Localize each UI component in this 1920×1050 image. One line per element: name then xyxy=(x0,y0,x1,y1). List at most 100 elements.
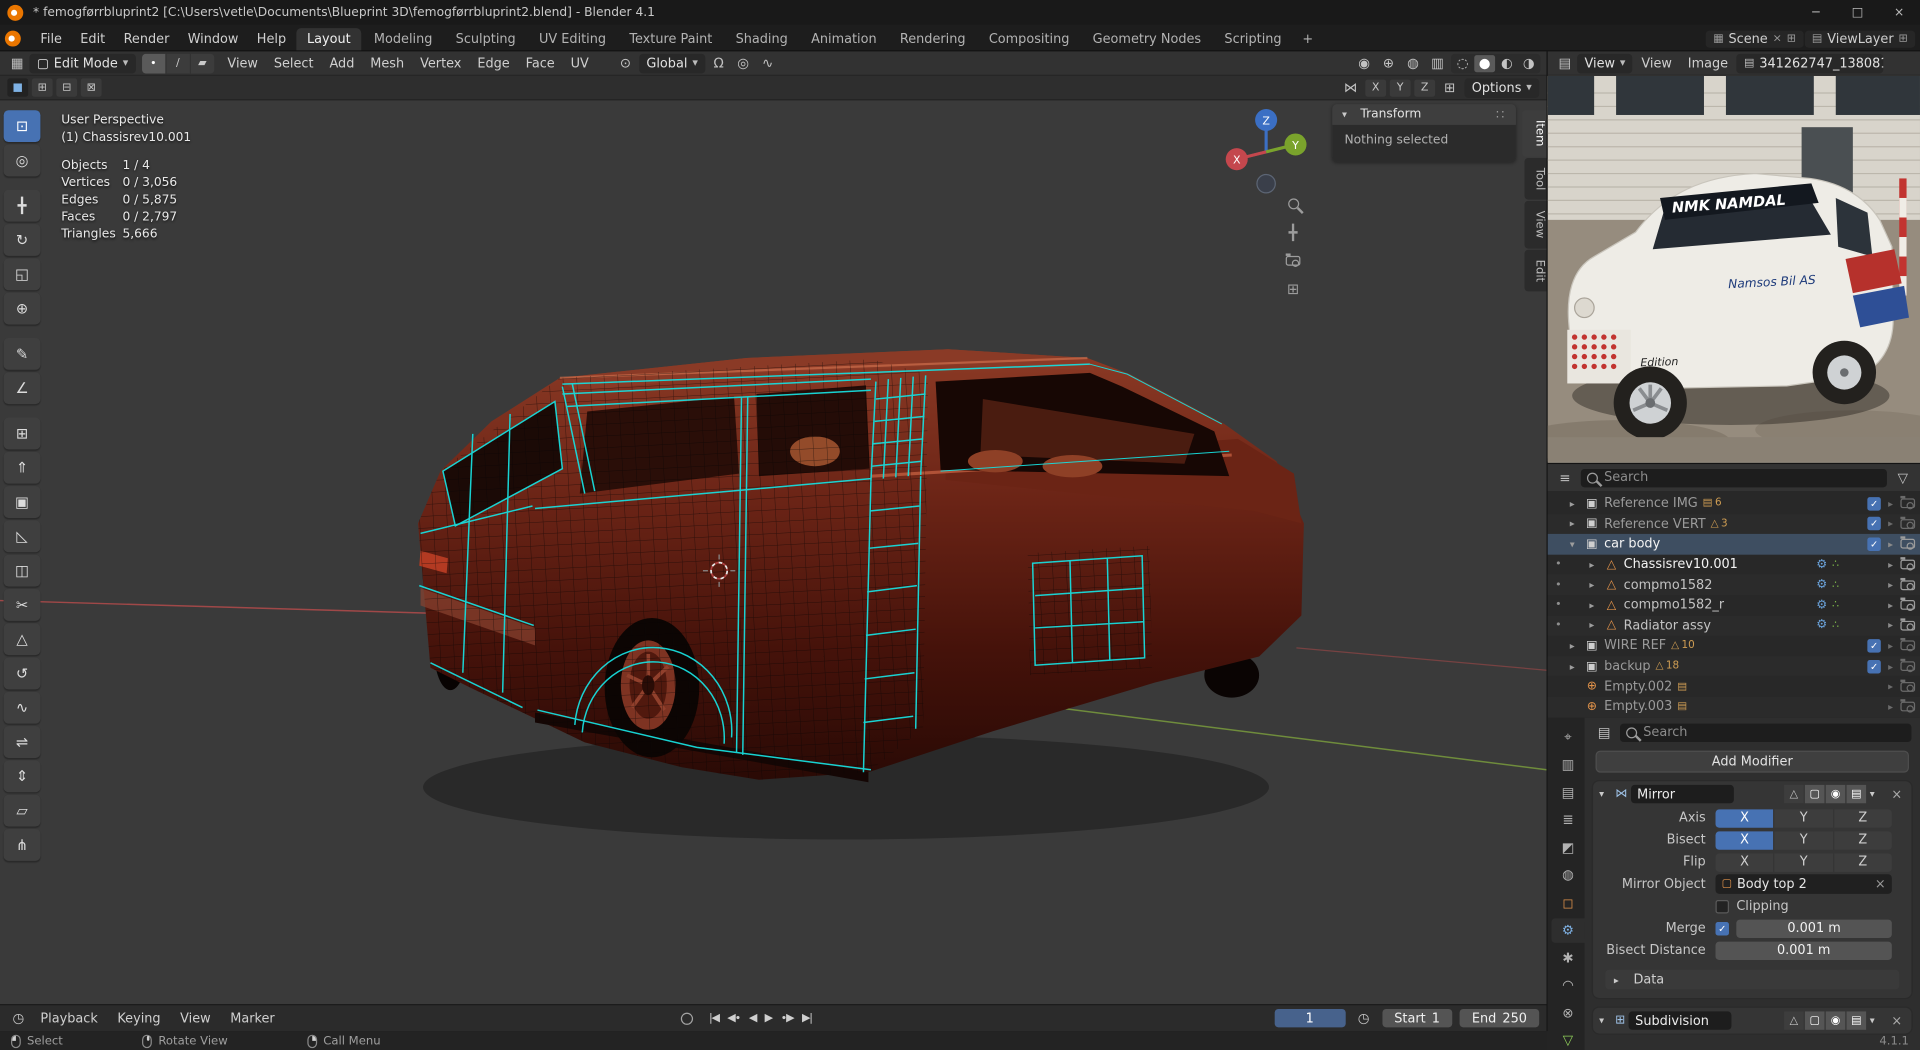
tool-scale[interactable]: ◱ xyxy=(3,258,41,291)
shading-material-icon[interactable]: ◐ xyxy=(1496,54,1517,71)
expand-arrow[interactable]: ▸ xyxy=(1570,640,1583,651)
navigation-gizmo[interactable]: Z X Y xyxy=(1210,103,1323,202)
menu-select[interactable]: Select xyxy=(267,53,321,73)
camera-view-icon[interactable] xyxy=(1285,253,1301,267)
selection-mode-subtract-icon[interactable]: ⊟ xyxy=(56,78,78,97)
render-visibility-icon[interactable] xyxy=(1900,658,1916,672)
shading-rendered-icon[interactable]: ◑ xyxy=(1518,54,1539,71)
workspace-tab-shading[interactable]: Shading xyxy=(725,28,799,50)
properties-tab-constraints[interactable]: ⊗ xyxy=(1551,1000,1584,1024)
editor-type-timeline-icon[interactable]: ◷ xyxy=(7,1008,29,1028)
workspace-tab-animation[interactable]: Animation xyxy=(800,28,888,50)
new-scene-icon[interactable]: ⊞ xyxy=(1787,33,1796,45)
image-menu-view[interactable]: View xyxy=(1634,53,1679,73)
tool-loop-cut[interactable]: ◫ xyxy=(3,554,41,587)
outliner-item-mesh[interactable]: • ▸ △ compmo1582 ⚙ ∴ ▸ xyxy=(1547,574,1920,596)
snap-magnet-icon[interactable]: Ω xyxy=(708,53,730,73)
selectable-icon[interactable]: ▸ xyxy=(1888,498,1893,509)
workspace-tab-sculpting[interactable]: Sculpting xyxy=(445,28,527,50)
item-name[interactable]: car body xyxy=(1604,537,1660,552)
outliner-item-collection[interactable]: ▸ ▣ backup △ 18 ✓ ▸ xyxy=(1547,656,1920,677)
render-visibility-icon[interactable] xyxy=(1900,699,1916,713)
symmetry-x-toggle[interactable]: X xyxy=(1365,78,1387,97)
tool-rip-region[interactable]: ⋔ xyxy=(3,828,41,861)
realtime-toggle[interactable]: ◉ xyxy=(1825,1011,1846,1030)
options-dropdown[interactable]: Options ▾ xyxy=(1464,77,1540,98)
outliner-search-input[interactable]: Search xyxy=(1580,468,1887,487)
modifier-name-field[interactable]: Mirror xyxy=(1631,784,1734,804)
selectable-icon[interactable]: ▸ xyxy=(1888,539,1893,550)
mirror-axis-z[interactable]: Z xyxy=(1833,808,1892,828)
selectable-icon[interactable]: ▸ xyxy=(1888,600,1893,611)
render-visibility-icon[interactable] xyxy=(1900,557,1916,571)
gizmo-axis-z[interactable]: Z xyxy=(1255,108,1278,132)
render-visibility-icon[interactable] xyxy=(1900,597,1916,611)
play-reverse-button[interactable]: ◀ xyxy=(749,1012,757,1024)
item-name[interactable]: Empty.002 xyxy=(1604,679,1672,694)
timeline-menu-keying[interactable]: Keying xyxy=(109,1007,169,1029)
ortho-toggle-icon[interactable]: ⊞ xyxy=(1287,280,1299,297)
render-toggle[interactable]: ▤ xyxy=(1846,784,1867,804)
on-cage-toggle[interactable]: △ xyxy=(1784,784,1804,804)
minimize-button[interactable]: ─ xyxy=(1795,0,1837,24)
menu-edit[interactable]: Edit xyxy=(72,28,114,50)
outliner-item-collection[interactable]: ▸ ▣ Reference VERT △ 3 ✓ ▸ xyxy=(1547,513,1920,535)
properties-tab-modifiers[interactable]: ⚙ xyxy=(1551,917,1585,943)
menu-window[interactable]: Window xyxy=(179,28,247,50)
tool-move[interactable]: ╋ xyxy=(3,189,41,222)
maximize-button[interactable]: □ xyxy=(1837,0,1879,24)
collapse-icon[interactable]: ▾ xyxy=(1599,1015,1611,1026)
view-layer-selector[interactable]: ▤ ViewLayer ⊞ xyxy=(1804,30,1916,48)
face-select-mode[interactable]: ▰ xyxy=(190,53,214,73)
workspace-tab-layout[interactable]: Layout xyxy=(295,28,362,51)
item-name[interactable]: Chassisrev10.001 xyxy=(1624,557,1738,572)
viewport-canvas[interactable]: ⊡ ◎ ╋ ↻ ◱ ⊕ ✎ ∠ ⊞ ⇑ ▣ ◺ ◫ ✂ △ ↺ ∿ ⇌ ⇕ ▱ … xyxy=(0,100,1547,1005)
flip-axis-x[interactable]: X xyxy=(1715,852,1774,872)
data-subsection[interactable]: ▸ Data xyxy=(1605,969,1900,990)
render-visibility-icon[interactable] xyxy=(1900,679,1916,693)
tool-rotate[interactable]: ↻ xyxy=(3,224,41,256)
tool-knife[interactable]: ✂ xyxy=(3,588,41,621)
exclude-checkbox[interactable]: ✓ xyxy=(1867,496,1881,511)
workspace-tab-texture-paint[interactable]: Texture Paint xyxy=(618,28,723,50)
extras-dropdown-icon[interactable]: ▾ xyxy=(1870,789,1882,800)
jump-to-end-button[interactable]: ▶| xyxy=(802,1012,813,1024)
properties-search-input[interactable]: Search xyxy=(1620,723,1912,742)
filter-icon[interactable]: ▽ xyxy=(1892,468,1914,488)
render-visibility-icon[interactable] xyxy=(1900,577,1916,591)
render-visibility-icon[interactable] xyxy=(1900,536,1916,550)
properties-tab-render[interactable]: ▥ xyxy=(1551,752,1584,776)
properties-tab-particles[interactable]: ✱ xyxy=(1551,945,1584,969)
selectable-icon[interactable]: ▸ xyxy=(1888,579,1893,590)
menu-vertex[interactable]: Vertex xyxy=(413,53,469,73)
exclude-checkbox[interactable]: ✓ xyxy=(1867,659,1881,673)
item-name[interactable]: Reference IMG xyxy=(1604,496,1698,511)
workspace-tab-compositing[interactable]: Compositing xyxy=(978,28,1081,50)
editor-type-image-icon[interactable]: ▤ xyxy=(1554,53,1576,73)
tool-shear[interactable]: ▱ xyxy=(3,794,41,827)
expand-arrow[interactable]: ▸ xyxy=(1589,620,1602,631)
image-mode-dropdown[interactable]: View ▾ xyxy=(1577,53,1633,73)
realtime-toggle[interactable]: ◉ xyxy=(1825,784,1846,804)
selectable-icon[interactable]: ▸ xyxy=(1888,620,1893,631)
add-workspace-button[interactable]: + xyxy=(1294,28,1322,50)
image-menu-image[interactable]: Image xyxy=(1680,53,1735,73)
mirror-axis-y[interactable]: Y xyxy=(1774,808,1833,828)
workspace-tab-geometry-nodes[interactable]: Geometry Nodes xyxy=(1082,28,1213,50)
flip-axis-y[interactable]: Y xyxy=(1774,852,1833,872)
render-visibility-icon[interactable] xyxy=(1900,516,1916,530)
reference-image[interactable]: NMK NAMDAL Namsos Bil AS Edition xyxy=(1547,75,1920,463)
on-cage-toggle[interactable]: △ xyxy=(1784,1011,1804,1030)
falloff-icon[interactable]: ∿ xyxy=(757,53,779,73)
render-visibility-icon[interactable] xyxy=(1900,496,1916,510)
mode-dropdown[interactable]: ▢ Edit Mode ▾ xyxy=(29,53,136,73)
render-visibility-icon[interactable] xyxy=(1900,618,1916,632)
menu-mesh[interactable]: Mesh xyxy=(363,53,412,73)
tool-poly-build[interactable]: △ xyxy=(3,623,41,656)
edit-mode-toggle[interactable]: ▢ xyxy=(1804,1011,1825,1030)
properties-tab-scene[interactable]: ◩ xyxy=(1551,835,1584,859)
tool-extrude-region[interactable]: ⇑ xyxy=(3,451,41,484)
menu-uv[interactable]: UV xyxy=(563,53,596,73)
tool-add-cube[interactable]: ⊞ xyxy=(3,417,41,450)
selectable-icon[interactable]: ▸ xyxy=(1888,640,1893,651)
